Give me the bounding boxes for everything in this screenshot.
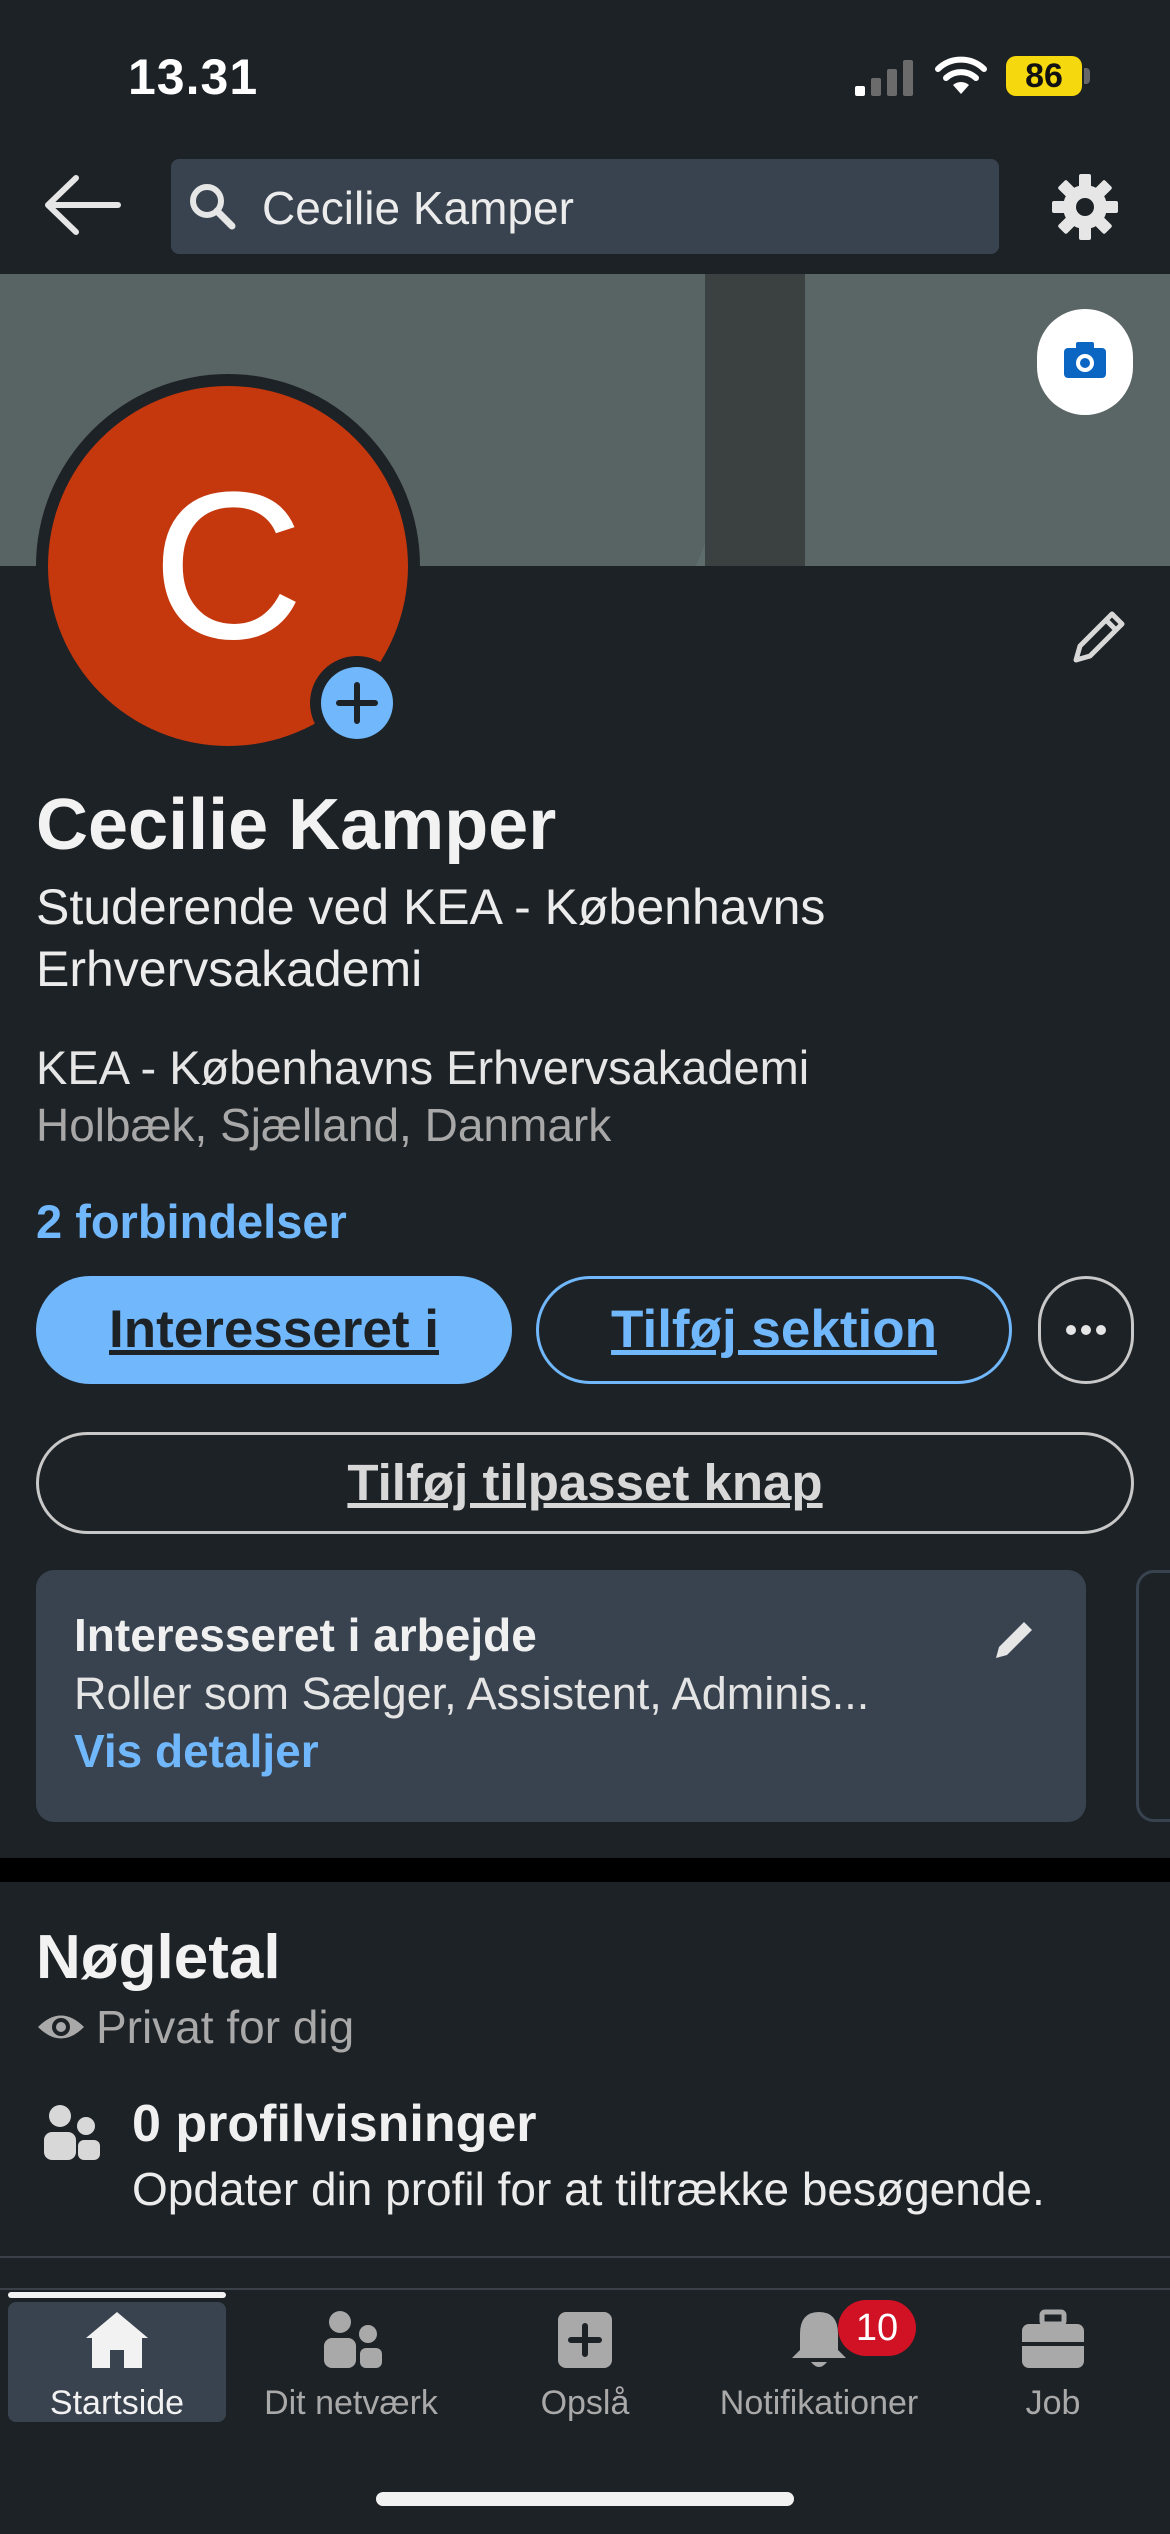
key-figures-title: Nøgletal [36,1923,281,1992]
edit-profile-pencil-icon[interactable] [1062,602,1134,674]
otw-title: Interesseret i arbejde [74,1609,537,1661]
profile-views-count[interactable]: 0 profilvisninger [132,2094,537,2154]
profile-headline: Studerende ved KEA - Københavns Erhvervs… [36,879,826,997]
plus-icon [336,682,378,724]
tab-network-label: Dit netværk [264,2384,438,2422]
open-to-button[interactable]: Interesseret i [36,1276,512,1384]
camera-icon [1064,342,1106,378]
privacy-label: Privat for dig [96,2001,355,2053]
profile-company[interactable]: KEA - Københavns Erhvervsakademi [36,1040,809,1095]
eye-icon [38,2015,84,2039]
search-icon [190,184,236,230]
network-icon [324,2311,382,2368]
post-icon [558,2312,612,2368]
tab-home[interactable]: Startside [0,2302,234,2432]
active-tab-indicator [8,2292,226,2298]
profile-views-hint: Opdater din profil for at tiltrække besø… [132,2163,1045,2215]
tab-post[interactable]: Opslå [468,2302,702,2432]
add-custom-button[interactable]: Tilføj tilpasset knap [36,1432,1134,1534]
back-arrow-icon[interactable] [40,170,126,240]
open-to-work-card[interactable]: Interesseret i arbejde Roller som Sælger… [36,1570,1086,1822]
tab-jobs[interactable]: Job [936,2302,1170,2432]
profile-name: Cecilie Kamper [36,785,557,865]
edit-pencil-icon[interactable] [986,1612,1042,1668]
more-dots-icon [1066,1325,1106,1335]
otw-description: Roller som Sælger, Assistent, Adminis... [74,1668,870,1719]
tab-post-label: Opslå [540,2384,630,2422]
battery-icon: 86 [1006,56,1090,98]
tab-jobs-label: Job [1025,2384,1081,2422]
briefcase-icon [1022,2309,1084,2368]
add-photo-button[interactable] [310,656,404,750]
more-button[interactable] [1038,1276,1134,1384]
add-section-button[interactable]: Tilføj sektion [536,1276,1012,1384]
tab-home-label: Startside [49,2384,185,2422]
tab-network[interactable]: Dit netværk [234,2302,468,2432]
people-icon [44,2105,100,2160]
home-icon [86,2312,148,2368]
divider [0,2256,1170,2258]
home-indicator[interactable] [376,2492,794,2506]
connections-link[interactable]: 2 forbindelser [36,1194,347,1249]
search-value: Cecilie Kamper [262,182,574,234]
status-time: 13.31 [128,49,259,105]
tab-notifications-label: Notifikationer [719,2384,919,2422]
otw-details-link[interactable]: Vis detaljer [74,1724,319,1778]
next-card-peek[interactable] [1136,1570,1170,1822]
search-input[interactable]: Cecilie Kamper [171,159,999,254]
notification-badge: 10 [838,2300,916,2356]
signal-icon [855,60,913,96]
profile-location: Holbæk, Sjælland, Danmark [36,1099,612,1151]
wifi-icon [935,56,987,94]
edit-banner-button[interactable] [1037,309,1133,415]
gear-icon[interactable] [1050,172,1120,242]
battery-level: 86 [1006,56,1082,96]
section-divider [0,1858,1170,1882]
